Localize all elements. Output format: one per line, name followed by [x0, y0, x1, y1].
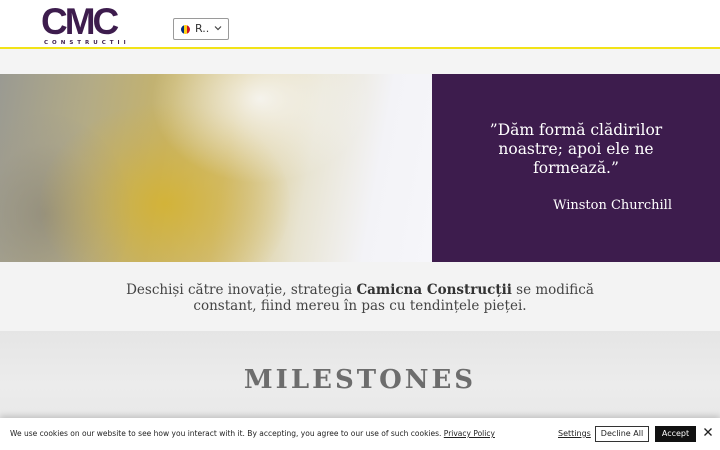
svg-text:CONSTRUCTII: CONSTRUCTII [44, 40, 130, 46]
intro-text: Deschiși către inovație, strategia Camic… [126, 282, 594, 314]
header-spacer [0, 49, 720, 74]
accept-button[interactable]: Accept [655, 426, 696, 442]
milestones-title: MILESTONES [243, 365, 477, 395]
language-selector[interactable]: R.. [173, 18, 229, 40]
hero-image [0, 74, 432, 262]
milestones-section: MILESTONES [0, 331, 720, 421]
close-icon[interactable] [703, 427, 713, 437]
svg-text:CMC: CMC [41, 4, 119, 42]
quote-panel: ”Dăm formă clădirilor noastre; apoi ele … [432, 74, 720, 262]
cookie-banner: We use cookies on our website to see how… [0, 418, 720, 450]
cookie-message: We use cookies on our website to see how… [10, 429, 495, 438]
site-header: CMC CONSTRUCTII R.. [0, 0, 720, 49]
decline-all-button[interactable]: Decline All [595, 426, 649, 442]
language-label: R.. [195, 22, 210, 35]
privacy-policy-link[interactable]: Privacy Policy [444, 429, 495, 438]
romania-flag-icon [181, 25, 190, 34]
brand-name: Camicna Construcții [356, 282, 512, 298]
cookie-settings-link[interactable]: Settings [558, 429, 591, 438]
hero-quote: ”Dăm formă clădirilor noastre; apoi ele … [489, 121, 663, 177]
chevron-down-icon [214, 26, 222, 31]
cmc-logo[interactable]: CMC CONSTRUCTII [40, 4, 136, 46]
intro-section: Deschiși către inovație, strategia Camic… [0, 262, 720, 331]
quote-author: Winston Churchill [553, 198, 672, 213]
